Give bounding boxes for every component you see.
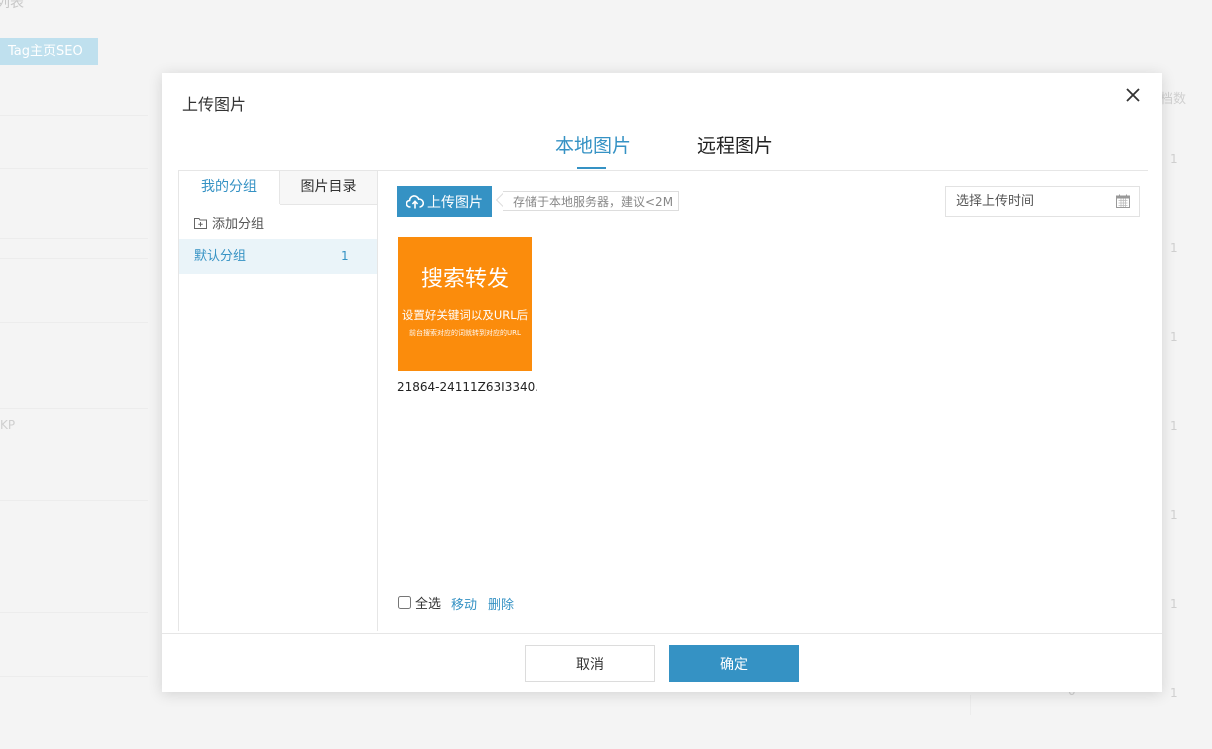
group-count: 1 xyxy=(341,249,349,263)
confirm-button[interactable]: 确定 xyxy=(669,645,799,682)
background-divider xyxy=(0,322,148,323)
image-thumbnail[interactable]: 搜索转发 设置好关键词以及URL后 前台搜索对应的词就转到对应的URL xyxy=(398,237,532,371)
add-group-button[interactable]: 添加分组 xyxy=(194,213,264,232)
footer-divider xyxy=(162,633,1162,634)
background-row-value: 1 xyxy=(1170,419,1178,433)
upload-button-label: 上传图片 xyxy=(427,193,483,210)
background-divider xyxy=(0,612,148,613)
background-row-value: 1 xyxy=(1170,330,1178,344)
background-divider xyxy=(0,115,148,116)
group-name: 默认分组 xyxy=(194,249,247,264)
select-all-checkbox[interactable] xyxy=(398,596,411,609)
cloud-upload-icon xyxy=(406,194,424,208)
upload-hint: 存储于本地服务器，建议<2M xyxy=(503,191,679,211)
upload-time-input[interactable] xyxy=(945,186,1140,217)
dialog-title: 上传图片 xyxy=(182,95,247,114)
sidebar-item-default-group[interactable]: 默认分组 1 xyxy=(179,239,377,274)
tab-remote-images[interactable]: 远程图片 xyxy=(697,131,773,158)
tab-image-directory[interactable]: 图片目录 xyxy=(280,171,377,205)
background-tag-button: Tag主页SEO xyxy=(0,38,98,65)
thumbnail-caption: 前台搜索对应的词就转到对应的URL xyxy=(409,329,521,337)
active-tab-indicator xyxy=(577,167,606,169)
tab-local-images[interactable]: 本地图片 xyxy=(555,131,631,158)
background-divider xyxy=(0,258,148,259)
select-all[interactable]: 全选 xyxy=(397,593,441,612)
background-row-value: 1 xyxy=(1170,508,1178,522)
background-row-value: 1 xyxy=(1170,686,1178,700)
background-title: 列表 xyxy=(0,0,24,11)
select-all-label: 全选 xyxy=(415,597,442,612)
tab-my-groups[interactable]: 我的分组 xyxy=(179,171,280,204)
cancel-button[interactable]: 取消 xyxy=(525,645,655,682)
upload-image-button[interactable]: 上传图片 xyxy=(397,186,492,217)
calendar-icon[interactable] xyxy=(1116,194,1130,208)
background-column-header: 档数 xyxy=(1160,92,1187,107)
image-filename: 21864-24111Z63I3340.p xyxy=(397,380,537,394)
background-row-value: 1 xyxy=(1170,152,1178,166)
add-group-label: 添加分组 xyxy=(212,217,265,232)
background-divider xyxy=(0,168,148,169)
background-divider xyxy=(970,695,971,715)
thumbnail-headline: 搜索转发 xyxy=(420,267,509,292)
move-link[interactable]: 移动 xyxy=(451,594,477,613)
group-sidebar: 我的分组 图片目录 添加分组 默认分组 1 xyxy=(178,171,378,631)
background-divider xyxy=(0,408,148,409)
upload-image-dialog: 上传图片 本地图片 远程图片 我的分组 图片目录 添加分组 默认分组 1 上传图… xyxy=(162,73,1162,692)
background-row-value: 1 xyxy=(1170,597,1178,611)
background-divider xyxy=(0,238,148,239)
background-divider xyxy=(0,676,148,677)
background-kp-text: KP xyxy=(0,418,16,432)
close-icon[interactable] xyxy=(1122,84,1144,106)
thumbnail-subline: 设置好关键词以及URL后 xyxy=(401,308,529,322)
folder-plus-icon xyxy=(194,217,207,229)
background-divider xyxy=(0,500,148,501)
background-row-value: 1 xyxy=(1170,241,1178,255)
delete-link[interactable]: 删除 xyxy=(488,594,514,613)
